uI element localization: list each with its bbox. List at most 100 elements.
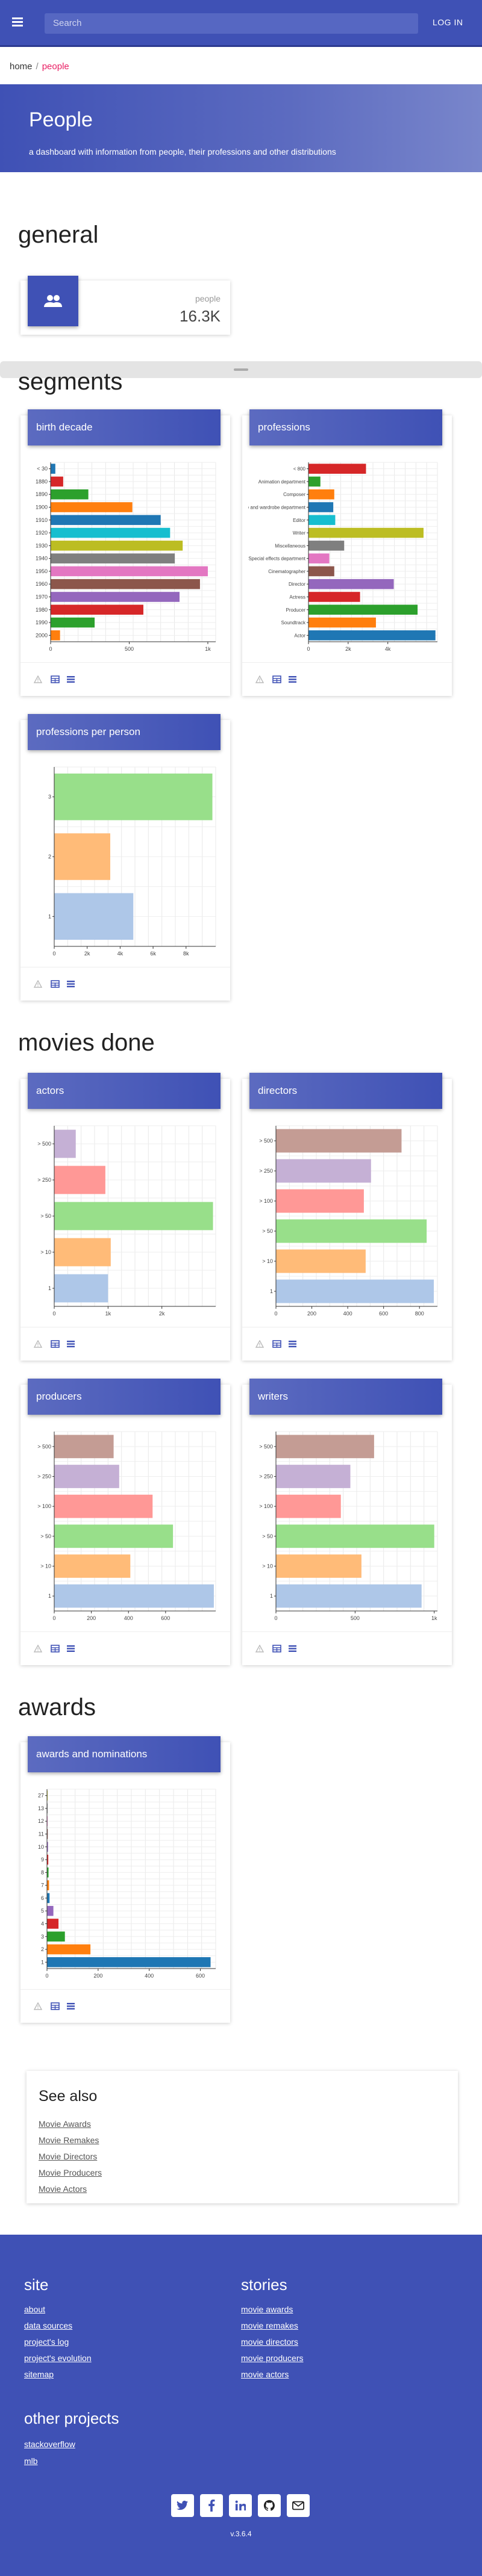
tick-label: > 250 — [37, 1177, 51, 1183]
list-icon[interactable] — [287, 1338, 298, 1349]
bar — [51, 592, 180, 602]
card-footer — [20, 662, 230, 696]
see-also-link[interactable]: Movie Actors — [39, 2184, 87, 2194]
bar — [47, 1880, 49, 1890]
tick-label: 1 — [48, 913, 51, 919]
tick-label: > 10 — [40, 1249, 51, 1255]
table-icon[interactable] — [49, 1643, 60, 1654]
tick-label: 1 — [48, 1593, 51, 1599]
bar — [276, 1494, 341, 1518]
footer-link[interactable]: movie awards — [241, 2304, 293, 2314]
table-icon[interactable] — [271, 674, 282, 684]
warning-icon[interactable] — [33, 978, 43, 989]
bar — [51, 630, 60, 641]
tick-label: 0 — [45, 1973, 48, 1979]
bar — [47, 1893, 50, 1904]
bar-chart: 27131211109876543210 200 400 600 — [38, 1789, 216, 1979]
bar-chart: > 500 > 250 > 100 > 50 > 10 1 0 500 1k — [259, 1431, 438, 1621]
tick-label: 600 — [379, 1311, 388, 1317]
list-icon[interactable] — [65, 2000, 76, 2011]
card-footer — [20, 1327, 230, 1361]
tick-label: 400 — [343, 1311, 352, 1317]
bar — [54, 1465, 119, 1488]
footer-link[interactable]: movie producers — [241, 2353, 304, 2363]
list-icon[interactable] — [65, 1338, 76, 1349]
warning-icon[interactable] — [33, 674, 43, 684]
tick-label: Animation department — [258, 479, 306, 485]
list-icon[interactable] — [287, 1643, 298, 1654]
tick-label: Writer — [293, 530, 306, 536]
tick-label: 2k — [84, 951, 90, 957]
warning-icon[interactable] — [254, 674, 265, 684]
email-icon[interactable] — [287, 2494, 310, 2517]
footer-site-title: site — [24, 2276, 49, 2294]
footer-link[interactable]: stackoverflow — [24, 2439, 75, 2449]
footer-link[interactable]: data sources — [24, 2321, 72, 2330]
footer-link[interactable]: sitemap — [24, 2370, 54, 2379]
tick-label: Producer — [286, 607, 306, 613]
table-icon[interactable] — [271, 1643, 282, 1654]
footer-link[interactable]: movie remakes — [241, 2321, 298, 2330]
bar — [308, 541, 345, 551]
bar-chart: 3 2 1 0 2k 4k 6k 8k — [48, 766, 216, 957]
footer-link[interactable]: project's log — [24, 2337, 69, 2347]
bar — [308, 630, 436, 641]
footer-link[interactable]: project's evolution — [24, 2353, 92, 2363]
table-icon[interactable] — [49, 674, 60, 684]
list-icon[interactable] — [65, 1643, 76, 1654]
tick-label: > 250 — [259, 1168, 273, 1174]
tick-label: 27 — [38, 1793, 44, 1799]
linkedin-icon[interactable] — [229, 2494, 252, 2517]
breadcrumb-home-link[interactable]: home — [10, 61, 33, 72]
bar — [308, 553, 330, 563]
github-icon[interactable] — [258, 2494, 281, 2517]
tick-label: > 50 — [40, 1213, 51, 1219]
table-icon[interactable] — [49, 1338, 60, 1349]
login-button[interactable]: LOG IN — [433, 17, 463, 27]
tick-label: Costume and wardrobe department — [248, 505, 306, 511]
tick-label: > 100 — [259, 1198, 273, 1204]
see-also-link[interactable]: Movie Remakes — [39, 2135, 99, 2145]
footer-link[interactable]: movie actors — [241, 2370, 289, 2379]
table-icon[interactable] — [49, 2000, 60, 2011]
twitter-icon[interactable] — [171, 2494, 194, 2517]
warning-icon[interactable] — [254, 1338, 265, 1349]
menu-icon[interactable] — [12, 16, 29, 30]
tick-label: > 10 — [262, 1258, 273, 1264]
footer-link[interactable]: about — [24, 2304, 45, 2314]
tick-label: > 500 — [37, 1444, 51, 1450]
card-footer — [242, 1631, 452, 1665]
bar — [51, 502, 133, 512]
table-icon[interactable] — [271, 1338, 282, 1349]
list-icon[interactable] — [287, 674, 298, 684]
directors-card: directors > 500 > 250 > 100 > 50 > 10 1 0 200 40… — [242, 1073, 452, 1361]
bar — [276, 1129, 402, 1153]
footer-link[interactable]: movie directors — [241, 2337, 298, 2347]
see-also-link[interactable]: Movie Directors — [39, 2152, 97, 2161]
see-also-link[interactable]: Movie Producers — [39, 2168, 102, 2177]
bar-chart: < 800 Animation department Composer Costume… — [248, 462, 438, 652]
people-icon — [28, 276, 78, 326]
list-icon[interactable] — [65, 674, 76, 684]
tick-label: Miscellaneous — [275, 543, 305, 548]
tick-label: 11 — [39, 1831, 44, 1837]
tick-label: > 500 — [259, 1138, 273, 1144]
warning-icon[interactable] — [33, 2000, 43, 2011]
card-footer — [20, 967, 230, 1001]
see-also-panel: See also Movie Awards Movie Remakes Movi… — [27, 2071, 458, 2203]
warning-icon[interactable] — [33, 1338, 43, 1349]
footer-link[interactable]: mlb — [24, 2456, 38, 2466]
bar — [51, 553, 175, 563]
facebook-icon[interactable] — [200, 2494, 223, 2517]
warning-icon[interactable] — [254, 1643, 265, 1654]
list-icon[interactable] — [65, 978, 76, 989]
tick-label: > 50 — [40, 1533, 51, 1539]
warning-icon[interactable] — [33, 1643, 43, 1654]
bar — [51, 489, 89, 500]
search-input[interactable]: Search — [45, 13, 418, 34]
bar — [276, 1159, 371, 1183]
table-icon[interactable] — [49, 978, 60, 989]
bar-chart: > 500 > 250 > 100 > 50 > 10 1 0 200 400 600 — [37, 1431, 216, 1621]
tick-label: 4 — [41, 1921, 44, 1927]
see-also-link[interactable]: Movie Awards — [39, 2119, 91, 2129]
